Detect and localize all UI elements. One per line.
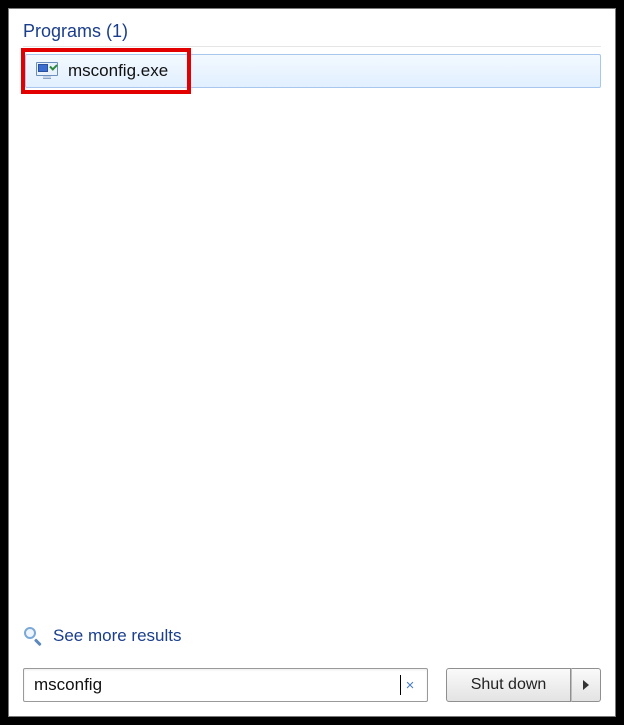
start-menu-search-window: Programs (1) msconfig.exe See more resul… xyxy=(8,8,616,717)
see-more-results-link[interactable]: See more results xyxy=(9,626,615,658)
results-area: Programs (1) msconfig.exe xyxy=(9,9,615,626)
shutdown-button[interactable]: Shut down xyxy=(446,668,571,702)
triangle-right-icon xyxy=(583,680,589,690)
search-box[interactable]: msconfig × xyxy=(23,668,428,702)
result-item-label: msconfig.exe xyxy=(68,61,168,81)
see-more-results-label: See more results xyxy=(53,626,182,646)
magnifier-icon xyxy=(23,626,43,646)
bottom-bar: msconfig × Shut down xyxy=(9,658,615,716)
shutdown-options-arrow-button[interactable] xyxy=(571,668,601,702)
clear-search-icon[interactable]: × xyxy=(401,676,419,694)
result-item-msconfig[interactable]: msconfig.exe xyxy=(25,54,601,88)
msconfig-icon xyxy=(36,62,58,80)
results-category-header: Programs (1) xyxy=(23,21,601,47)
shutdown-split-button: Shut down xyxy=(446,668,601,702)
search-input-text[interactable]: msconfig xyxy=(34,675,401,695)
result-item-container: msconfig.exe xyxy=(25,54,601,88)
